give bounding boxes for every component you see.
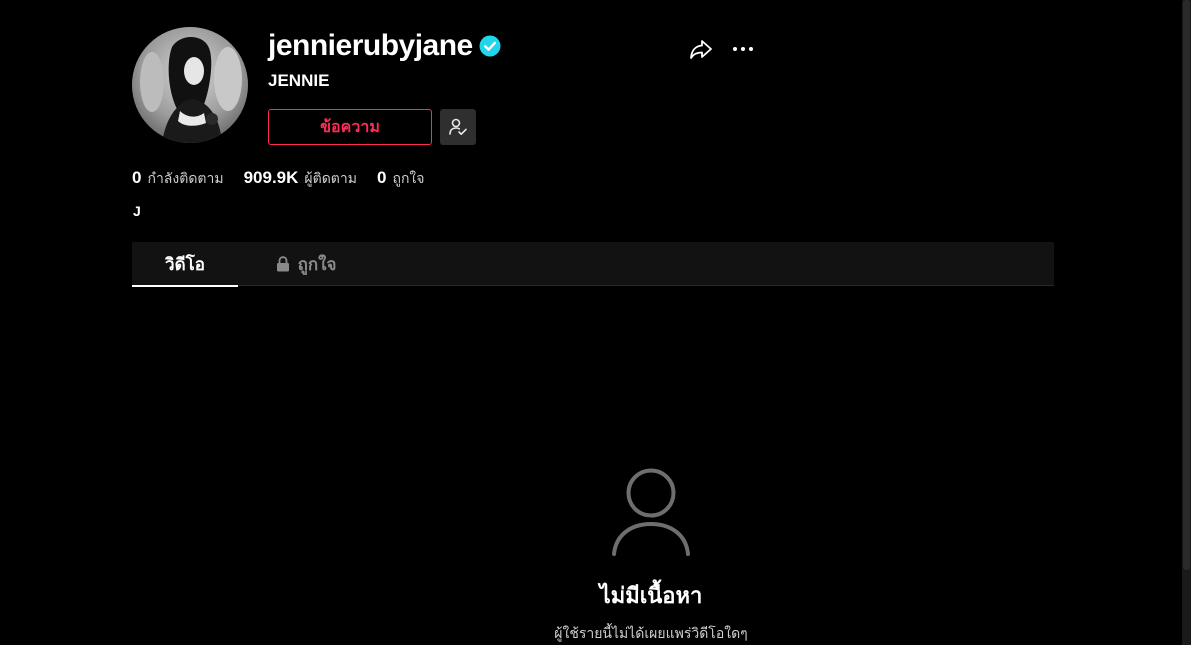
profile-stats: 0 กำลังติดตาม 909.9K ผู้ติดตาม 0 ถูกใจ [132,168,424,190]
bio: J [133,203,141,219]
stat-followers-count: 909.9K [243,168,299,187]
tab-liked[interactable]: ถูกใจ [270,242,342,286]
tab-liked-label: ถูกใจ [297,254,337,274]
stat-likes-count: 0 [377,168,387,187]
stat-following-label: กำลังติดตาม [147,170,224,186]
stat-followers[interactable]: 909.9K ผู้ติดตาม [244,168,357,190]
stat-followers-label: ผู้ติดตาม [304,170,357,186]
lock-icon [276,256,289,272]
empty-state: ไม่มีเนื้อหา ผู้ใช้รายนี้ไม่ได้เผยแพร่วิ… [520,466,782,645]
tab-videos[interactable]: วิดีโอ [132,242,238,287]
tab-videos-label: วิดีโอ [165,254,205,274]
more-icon[interactable] [730,36,756,62]
stat-following-count: 0 [132,168,142,187]
share-icon[interactable] [688,36,714,62]
empty-state-title: ไม่มีเนื้อหา [599,583,703,608]
user-outline-icon [612,468,690,556]
username-row: jennierubyjane [268,26,501,66]
scrollbar-thumb[interactable] [1183,0,1190,570]
stat-likes: 0 ถูกใจ [377,168,424,190]
stat-following[interactable]: 0 กำลังติดตาม [132,168,224,190]
scrollbar[interactable] [1182,0,1191,645]
empty-state-subtitle: ผู้ใช้รายนี้ไม่ได้เผยแพร่วิดีโอใดๆ [554,625,748,641]
avatar[interactable] [132,27,248,143]
content-tabs: วิดีโอ ถูกใจ [132,242,1054,287]
person-check-icon [449,118,467,135]
display-name: JENNIE [268,71,330,90]
avatar-image [132,27,248,143]
verified-badge-icon [479,35,501,57]
username: jennierubyjane [268,29,473,62]
stat-likes-label: ถูกใจ [392,170,425,186]
friend-status-button[interactable] [440,109,476,145]
message-button[interactable]: ข้อความ [268,109,432,145]
active-tab-indicator [132,285,238,287]
